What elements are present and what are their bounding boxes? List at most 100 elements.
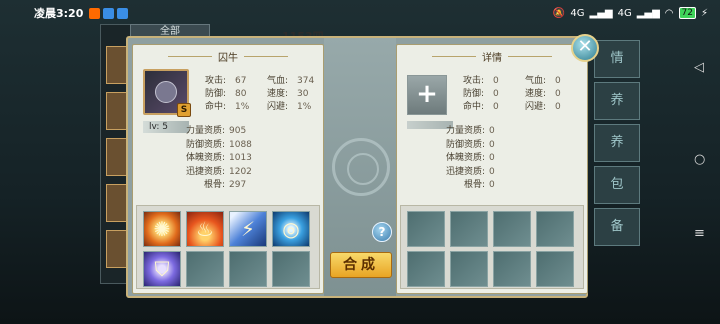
quality-row: 迅捷资质: 0 xyxy=(437,166,495,180)
quality-label: 根骨: xyxy=(203,180,225,190)
stat-label: 气血: xyxy=(525,76,547,86)
stat-label: 闪避: xyxy=(267,102,289,112)
quality-value: 0 xyxy=(489,126,495,136)
stat-value: 1% xyxy=(297,102,312,112)
empty-skill-slot[interactable] xyxy=(450,211,488,247)
stat-label: 速度: xyxy=(525,89,547,99)
quality-value: 1202 xyxy=(229,166,252,177)
quality-row: 根骨: 0 xyxy=(437,179,495,193)
quality-value: 0 xyxy=(489,153,495,163)
quality-row: 迅捷资质: 1202 xyxy=(177,166,252,180)
empty-skill-slot[interactable] xyxy=(186,251,224,287)
quality-value: 0 xyxy=(489,180,495,190)
stat-label: 防御: xyxy=(463,89,485,99)
pet-compose-dialog: 囚牛 S lv: 5 攻击: 67 气血: 374 防御: 80 速度: 30 … xyxy=(126,36,588,298)
left-skill-area: ✺ ♨ ⚡ ◎ ⛉ xyxy=(136,205,320,289)
pet-portrait[interactable]: S xyxy=(143,69,191,117)
quality-label: 力量资质: xyxy=(445,126,485,136)
stat-label: 攻击: xyxy=(205,76,227,86)
stat-row: 防御: 80 速度: 30 xyxy=(205,88,329,101)
empty-skill-slot[interactable] xyxy=(450,251,488,287)
quality-row: 力量资质: 0 xyxy=(437,125,495,139)
stat-value: 67 xyxy=(235,76,247,86)
stat-value: 0 xyxy=(493,76,499,86)
title-divider xyxy=(432,55,476,57)
empty-skill-slot[interactable] xyxy=(407,251,445,287)
stat-row: 攻击: 0 气血: 0 xyxy=(463,75,587,88)
skill-grid xyxy=(407,211,574,287)
left-stats: 攻击: 67 气血: 374 防御: 80 速度: 30 命中: 1% 闪避: … xyxy=(205,75,329,114)
stat-value: 1% xyxy=(235,102,250,112)
stat-value: 0 xyxy=(555,102,561,112)
left-panel-title: 囚牛 xyxy=(218,52,238,64)
blade-strike-skill-icon[interactable]: ⚡ xyxy=(229,211,267,247)
quality-value: 297 xyxy=(229,180,247,190)
quality-value: 1088 xyxy=(229,139,252,150)
sun-swirl-skill-icon[interactable]: ✺ xyxy=(143,211,181,247)
empty-skill-slot[interactable] xyxy=(493,251,531,287)
signal-bars-icon: ▂▄▆ xyxy=(636,7,660,19)
quality-label: 体魄资质: xyxy=(185,153,225,163)
right-qualities: 力量资质: 0 防御资质: 0 体魄资质: 0 迅捷资质: 0 根骨: 0 xyxy=(437,125,495,193)
stat-label: 攻击: xyxy=(463,76,485,86)
grade-badge: S xyxy=(177,103,191,117)
left-qualities: 力量资质: 905 防御资质: 1088 体魄资质: 1013 迅捷资质: 1202 根… xyxy=(177,125,252,193)
empty-skill-slot[interactable] xyxy=(272,251,310,287)
dragon-emblem-icon xyxy=(332,138,390,196)
title-divider xyxy=(168,55,212,57)
add-pet-button[interactable]: + xyxy=(407,75,447,115)
quality-value: 905 xyxy=(229,126,247,136)
signal-bars-icon: ▂▄▆ xyxy=(589,7,613,19)
empty-skill-slot[interactable] xyxy=(536,251,574,287)
compose-button[interactable]: 合成 xyxy=(330,252,392,278)
stat-value: 0 xyxy=(555,89,561,99)
side-tab-equip[interactable]: 备 xyxy=(594,208,640,246)
stat-row: 防御: 0 速度: 0 xyxy=(463,88,587,101)
right-skill-area xyxy=(400,205,584,289)
status-time: 凌晨3:20 xyxy=(34,7,84,20)
nav-menu-icon[interactable]: ≡ xyxy=(694,226,705,241)
stat-value: 0 xyxy=(493,102,499,112)
title-divider xyxy=(508,55,552,57)
stat-row: 命中: 0 闪避: 0 xyxy=(463,101,587,114)
empty-skill-slot[interactable] xyxy=(493,211,531,247)
quality-row: 防御资质: 0 xyxy=(437,139,495,153)
skill-grid: ✺ ♨ ⚡ ◎ ⛉ xyxy=(143,211,310,287)
stat-label: 命中: xyxy=(463,102,485,112)
charging-icon: ⚡ xyxy=(700,7,708,19)
stat-value: 0 xyxy=(493,89,499,99)
right-stats: 攻击: 0 气血: 0 防御: 0 速度: 0 命中: 0 闪避: 0 xyxy=(463,75,587,114)
title-divider xyxy=(244,55,288,57)
side-tab-nurture[interactable]: 养 xyxy=(594,82,640,120)
stat-value: 374 xyxy=(297,76,315,86)
left-pet-panel: 囚牛 S lv: 5 攻击: 67 气血: 374 防御: 80 速度: 30 … xyxy=(132,44,324,294)
side-tab-bag[interactable]: 包 xyxy=(594,166,640,204)
quality-row: 防御资质: 1088 xyxy=(177,139,252,153)
nav-back-icon[interactable]: ◁ xyxy=(694,60,704,75)
cloud-notification-icon xyxy=(117,7,129,19)
empty-skill-slot[interactable] xyxy=(407,211,445,247)
side-tab-details[interactable]: 情 xyxy=(594,40,640,78)
close-button[interactable]: ✕ xyxy=(571,34,599,62)
shield-skill-icon[interactable]: ⛉ xyxy=(143,251,181,287)
stat-label: 速度: xyxy=(267,89,289,99)
beast-face-icon xyxy=(155,81,177,103)
empty-skill-slot[interactable] xyxy=(229,251,267,287)
signal-label-right: 4G xyxy=(617,7,632,19)
stat-label: 气血: xyxy=(267,76,289,86)
empty-skill-slot[interactable] xyxy=(536,211,574,247)
quality-row: 体魄资质: 1013 xyxy=(177,152,252,166)
signal-label-left: 4G xyxy=(570,7,585,19)
status-bar: 凌晨3:20 🔕 4G ▂▄▆ 4G ▂▄▆ ◠ 72 ⚡ xyxy=(0,0,720,26)
help-button[interactable]: ? xyxy=(372,222,392,242)
quality-row: 力量资质: 905 xyxy=(177,125,252,139)
flame-skill-icon[interactable]: ♨ xyxy=(186,211,224,247)
side-tab-train[interactable]: 养 xyxy=(594,124,640,162)
stat-value: 30 xyxy=(297,89,309,99)
right-panel-title-row: 详情 xyxy=(397,49,587,64)
quality-label: 迅捷资质: xyxy=(185,166,225,177)
water-vortex-skill-icon[interactable]: ◎ xyxy=(272,211,310,247)
nav-home-icon[interactable]: ○ xyxy=(694,152,705,167)
background-side-tabs: 情 养 养 包 备 xyxy=(594,40,640,246)
quality-label: 体魄资质: xyxy=(445,153,485,163)
